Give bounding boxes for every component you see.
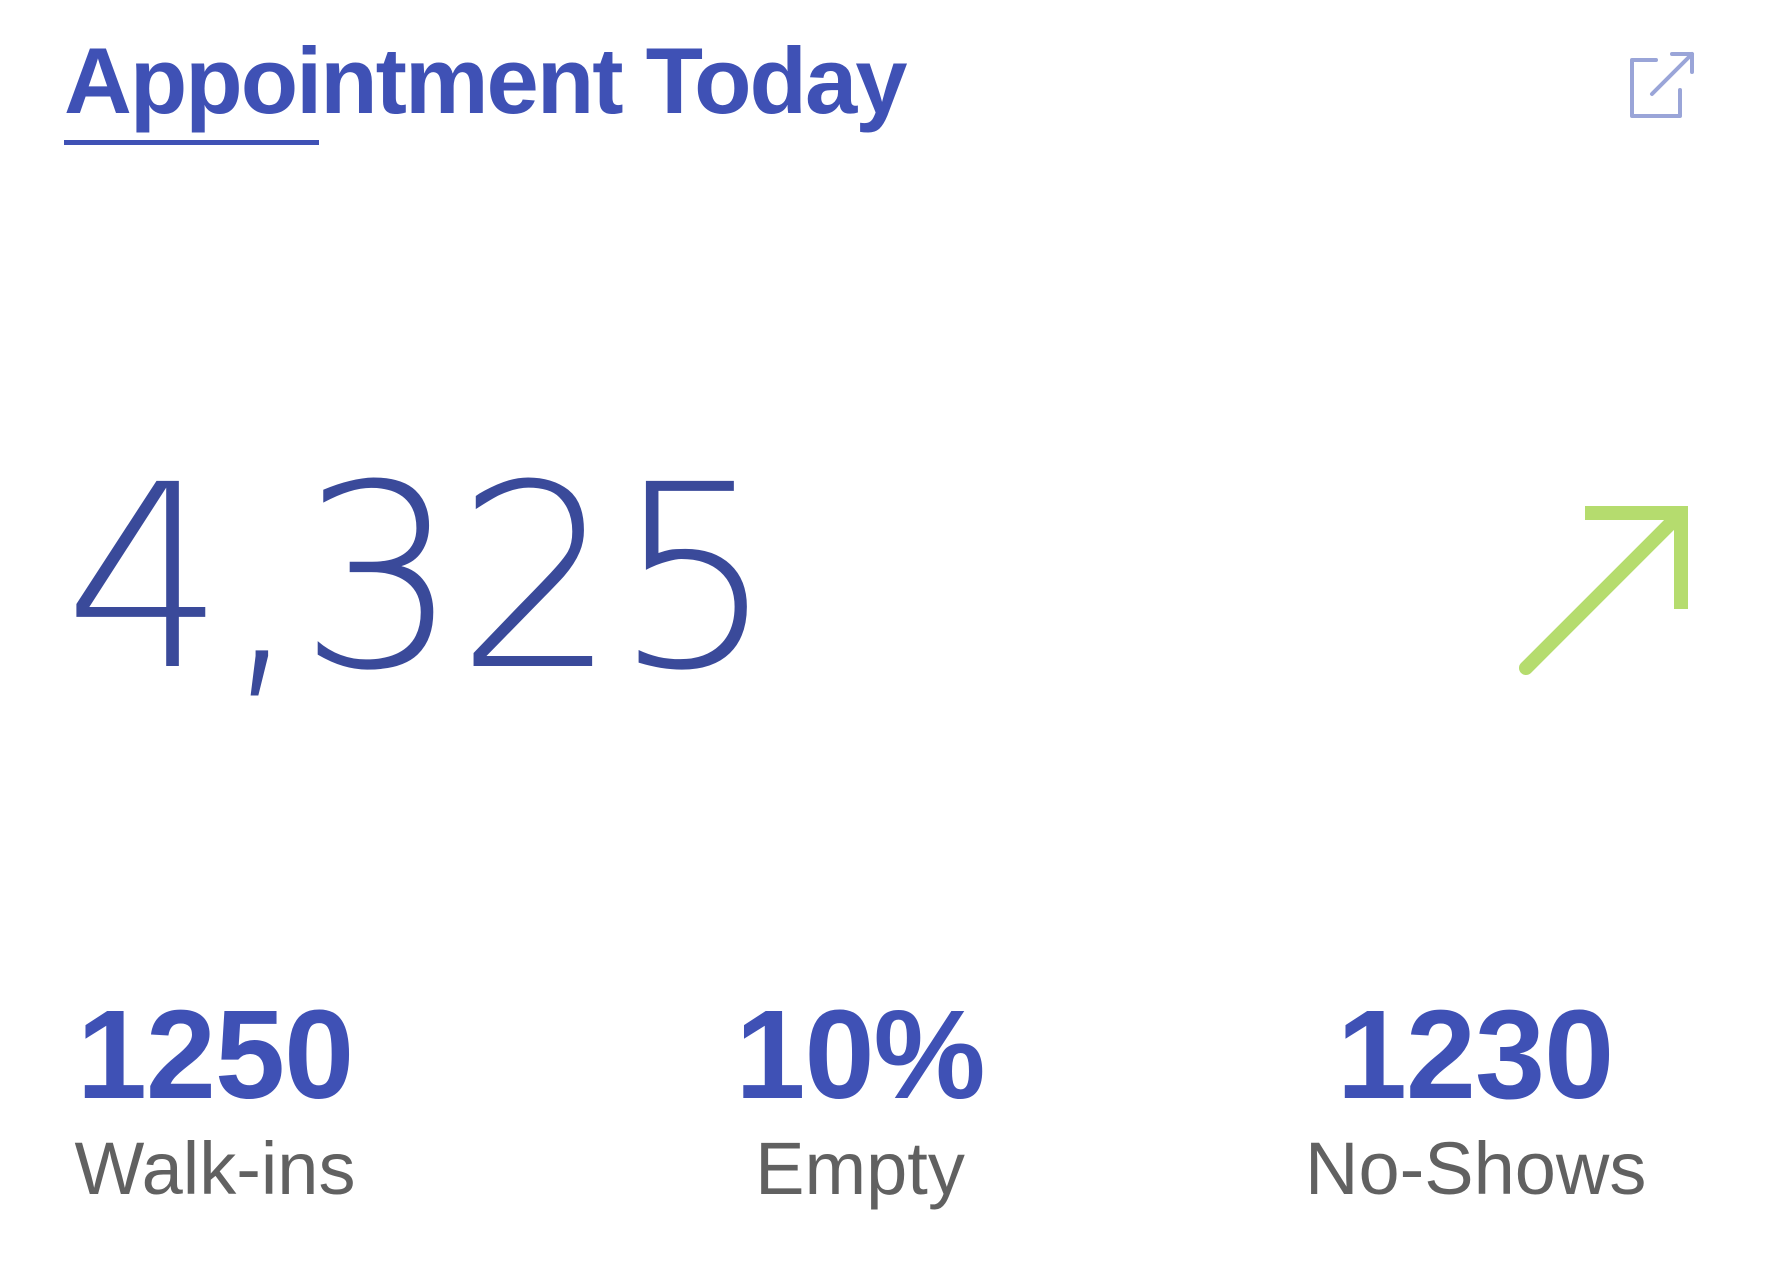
open-in-new-button[interactable]	[1622, 46, 1700, 124]
stat-label: Walk-ins	[74, 1127, 356, 1210]
stat-empty: 10% Empty	[700, 990, 1020, 1214]
title-underline	[64, 140, 319, 145]
card-title: Appointment Today	[64, 28, 908, 133]
stat-walk-ins: 1250 Walk-ins	[55, 990, 375, 1214]
arrow-up-right-icon	[1519, 506, 1688, 675]
appointment-today-card: Appointment Today 4,325 1250 Walk-ins 10…	[0, 0, 1771, 1268]
stat-no-shows: 1230 No-Shows	[1305, 984, 1647, 1214]
open-in-new-icon	[1630, 52, 1694, 118]
stat-label: Empty	[755, 1127, 965, 1210]
stat-value: 1250	[76, 984, 354, 1125]
stat-value: 10%	[735, 984, 985, 1125]
stat-value: 1230	[1336, 984, 1614, 1125]
total-appointments-value: 4,325	[64, 430, 775, 726]
stat-label: No-Shows	[1305, 1127, 1647, 1210]
